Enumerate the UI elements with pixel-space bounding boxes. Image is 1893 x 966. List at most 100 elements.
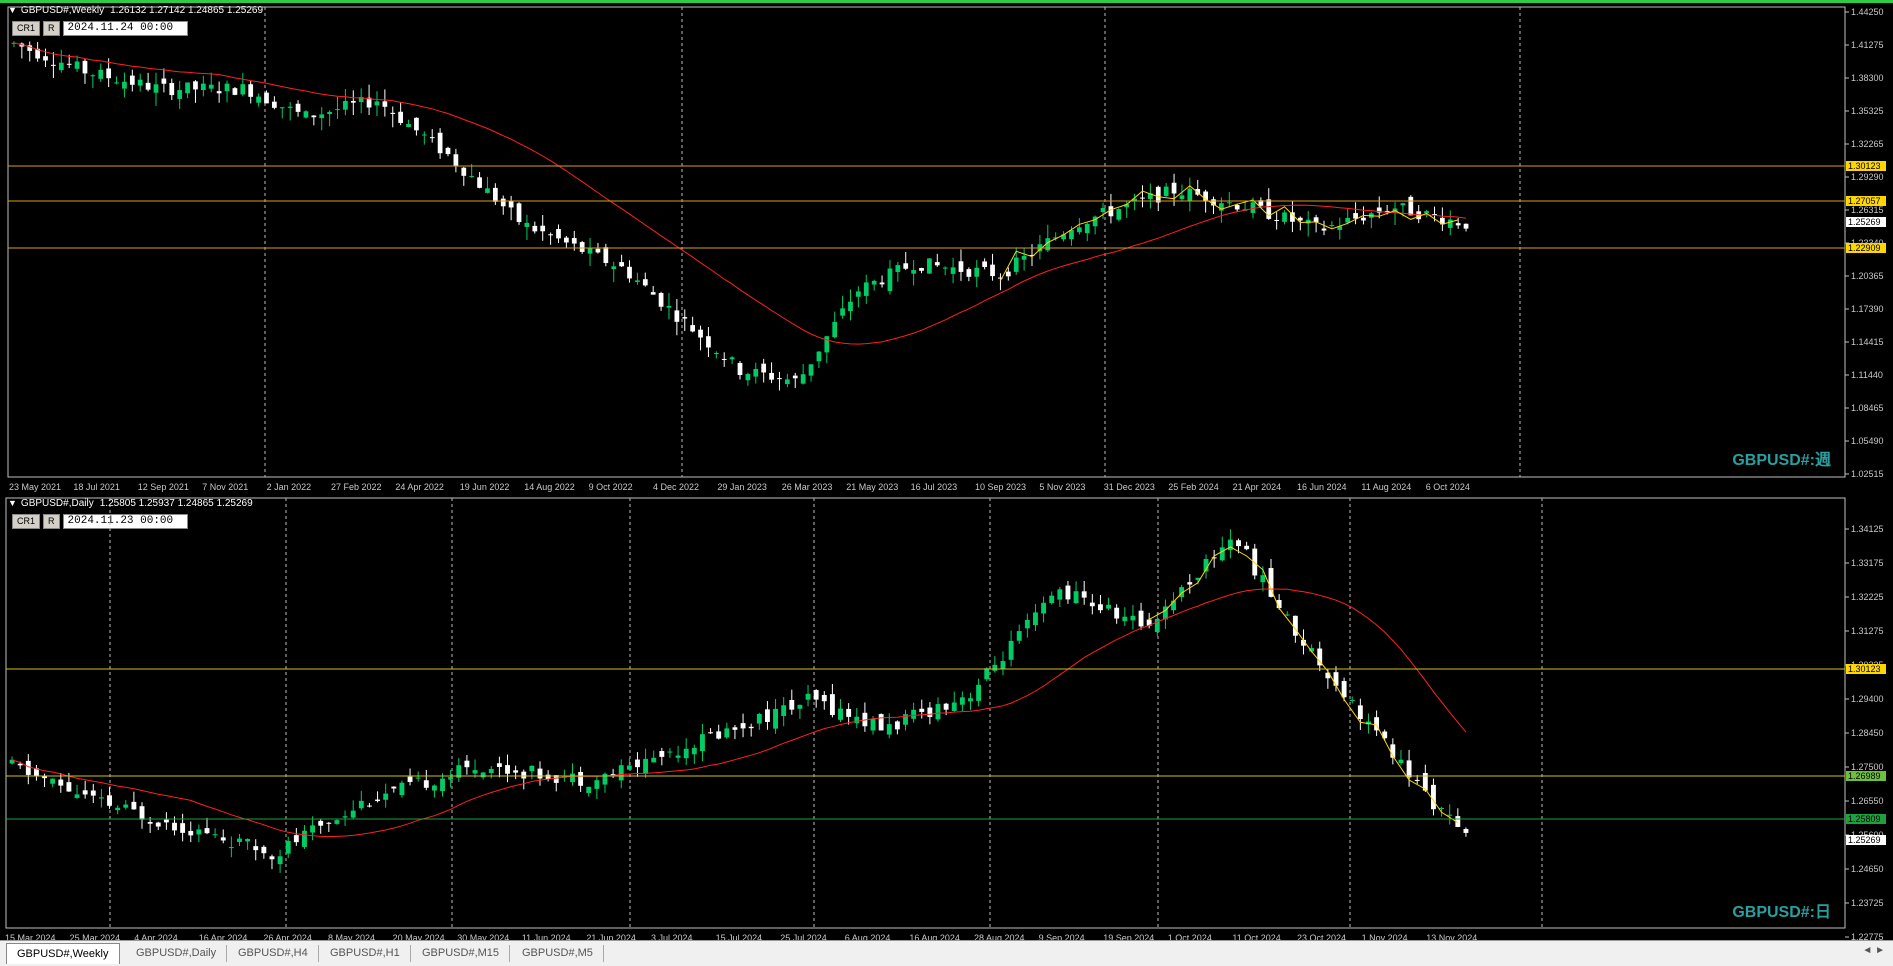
- current-price-label: 1.25269: [1848, 835, 1881, 845]
- candle-body: [237, 838, 242, 843]
- daily-chart[interactable]: ▼ GBPUSD#,Daily 1.25805 1.25937 1.24865 1.…: [0, 496, 1893, 940]
- candle-body: [414, 117, 419, 131]
- candle-body: [564, 237, 569, 243]
- candle-body: [287, 106, 293, 108]
- price-tick-label: 1.41275: [1851, 40, 1884, 50]
- candle-body: [469, 176, 475, 178]
- time-axis-label: 21 May 2023: [846, 482, 898, 492]
- time-axis-label: 13 Nov 2024: [1426, 933, 1477, 940]
- candle-body: [1341, 681, 1347, 698]
- candle-body: [261, 846, 267, 854]
- candle-body: [1187, 582, 1193, 585]
- candle-body: [492, 187, 498, 202]
- candle-body: [193, 81, 198, 90]
- candle-body: [106, 68, 112, 79]
- tab-gbpusd-m15[interactable]: GBPUSD#,M15: [412, 945, 511, 962]
- candle-body: [1345, 217, 1351, 223]
- candle-body: [58, 779, 64, 786]
- price-tick-label: 1.20365: [1851, 271, 1884, 281]
- level-label: 1.26989: [1848, 771, 1881, 781]
- candle-body: [208, 84, 214, 89]
- candle-body: [513, 770, 519, 773]
- candle-body: [792, 375, 798, 379]
- candle-body: [854, 716, 860, 724]
- chart-tab-bar: GBPUSD#,Weekly GBPUSD#,Daily GBPUSD#,H4 …: [0, 940, 1893, 966]
- candle-body: [856, 291, 861, 297]
- tab-gbpusd-m5[interactable]: GBPUSD#,M5: [512, 945, 604, 962]
- candle-body: [1073, 591, 1079, 604]
- candle-body: [445, 147, 451, 155]
- weekly-plot[interactable]: 1.44250 1.41275 1.38300 1.35325 1.32265 1.292…: [0, 3, 1893, 494]
- candle-body: [1408, 196, 1414, 216]
- candle-body: [169, 83, 175, 96]
- candle-body: [894, 721, 900, 730]
- candle-body: [1361, 217, 1366, 221]
- candle-body: [303, 111, 309, 118]
- candle-body: [683, 748, 689, 759]
- candle-body: [1016, 631, 1022, 641]
- candle-body: [1305, 219, 1311, 224]
- candle-body: [367, 805, 372, 807]
- time-axis-label: 26 Apr 2024: [263, 933, 312, 940]
- time-axis-label: 4 Apr 2024: [134, 933, 178, 940]
- candle-body: [1321, 228, 1327, 231]
- moving-average-line: [13, 42, 1467, 345]
- candle-body: [942, 267, 948, 269]
- tab-gbpusd-h4[interactable]: GBPUSD#,H4: [228, 945, 319, 962]
- candle-body: [245, 838, 251, 842]
- candle-body: [958, 261, 964, 272]
- price-tick-label: 1.26550: [1851, 796, 1884, 806]
- candle-body: [769, 372, 774, 380]
- candle-body: [1244, 545, 1250, 550]
- time-axis-label: 8 May 2024: [328, 933, 375, 940]
- candle-body: [224, 83, 230, 92]
- candle-body: [1013, 257, 1019, 272]
- candle-body: [838, 708, 843, 720]
- daily-plot[interactable]: 1.341251.331751.322251.312751.303251.294…: [0, 496, 1893, 940]
- weekly-chart[interactable]: ▼ GBPUSD#,Weekly 1.26132 1.27142 1.24865 1…: [0, 0, 1893, 494]
- candle-body: [131, 801, 137, 810]
- candle-body: [1116, 209, 1122, 220]
- tab-gbpusd-h1[interactable]: GBPUSD#,H1: [320, 945, 411, 962]
- level-label: 1.25809: [1848, 814, 1881, 824]
- time-axis-label: 16 Apr 2024: [199, 933, 248, 940]
- candle-body: [805, 693, 811, 700]
- candle-body: [879, 282, 885, 285]
- candle-body: [431, 785, 437, 791]
- time-axis-label: 2 Jan 2022: [267, 482, 312, 492]
- time-axis-label: 27 Feb 2022: [331, 482, 382, 492]
- candle-body: [808, 364, 814, 376]
- candle-body: [1398, 759, 1404, 764]
- tab-gbpusd-weekly[interactable]: GBPUSD#,Weekly: [6, 943, 120, 964]
- time-axis-label: 3 Jul 2024: [651, 933, 693, 940]
- candle-body: [196, 829, 202, 835]
- candle-body: [911, 709, 917, 719]
- candle-body: [737, 362, 743, 375]
- candle-body: [58, 62, 64, 71]
- candle-body: [42, 776, 47, 779]
- time-axis-label: 9 Oct 2022: [589, 482, 633, 492]
- time-axis-label: 25 Feb 2024: [1168, 482, 1219, 492]
- tab-scroll-arrows[interactable]: ◄ ►: [1862, 945, 1885, 956]
- candle-body: [82, 790, 88, 795]
- candle-body: [642, 279, 648, 286]
- candle-body: [1089, 602, 1095, 607]
- tab-gbpusd-daily[interactable]: GBPUSD#,Daily: [126, 945, 228, 962]
- candle-body: [870, 718, 876, 731]
- candle-body: [107, 795, 112, 806]
- candle-body: [773, 708, 778, 729]
- price-tick-label: 1.23725: [1851, 898, 1884, 908]
- time-axis-label: 6 Aug 2024: [845, 933, 891, 940]
- time-axis-label: 7 Nov 2021: [202, 482, 248, 492]
- candle-body: [721, 358, 727, 360]
- candle-body: [976, 684, 982, 701]
- time-axis-label: 15 Mar 2024: [5, 933, 56, 940]
- candle-body: [619, 262, 624, 267]
- candle-body: [232, 88, 238, 95]
- candle-body: [848, 301, 853, 312]
- candle-body: [264, 92, 269, 104]
- price-tick-label: 1.33175: [1851, 558, 1884, 568]
- candle-body: [903, 263, 909, 269]
- time-axis-label: 11 Aug 2024: [1361, 482, 1411, 492]
- candle-body: [1021, 255, 1027, 260]
